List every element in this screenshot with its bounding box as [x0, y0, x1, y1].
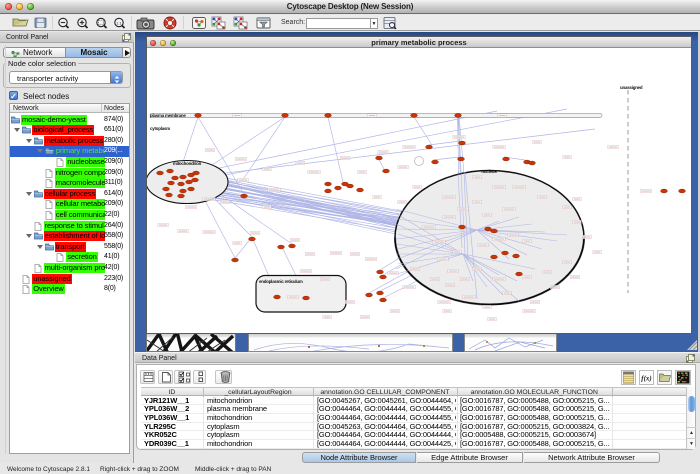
- svg-text:plasma membrane: plasma membrane: [150, 113, 186, 118]
- svg-text:unassigned: unassigned: [620, 85, 643, 90]
- svg-text:f(x): f(x): [641, 375, 652, 383]
- svg-text:cytoplasm: cytoplasm: [150, 126, 170, 131]
- svg-text:1:1: 1:1: [116, 20, 122, 25]
- svg-text:nucleus: nucleus: [481, 169, 497, 174]
- svg-text:endoplasmic reticulum: endoplasmic reticulum: [259, 279, 303, 284]
- svg-text:mitochondrion: mitochondrion: [173, 161, 202, 166]
